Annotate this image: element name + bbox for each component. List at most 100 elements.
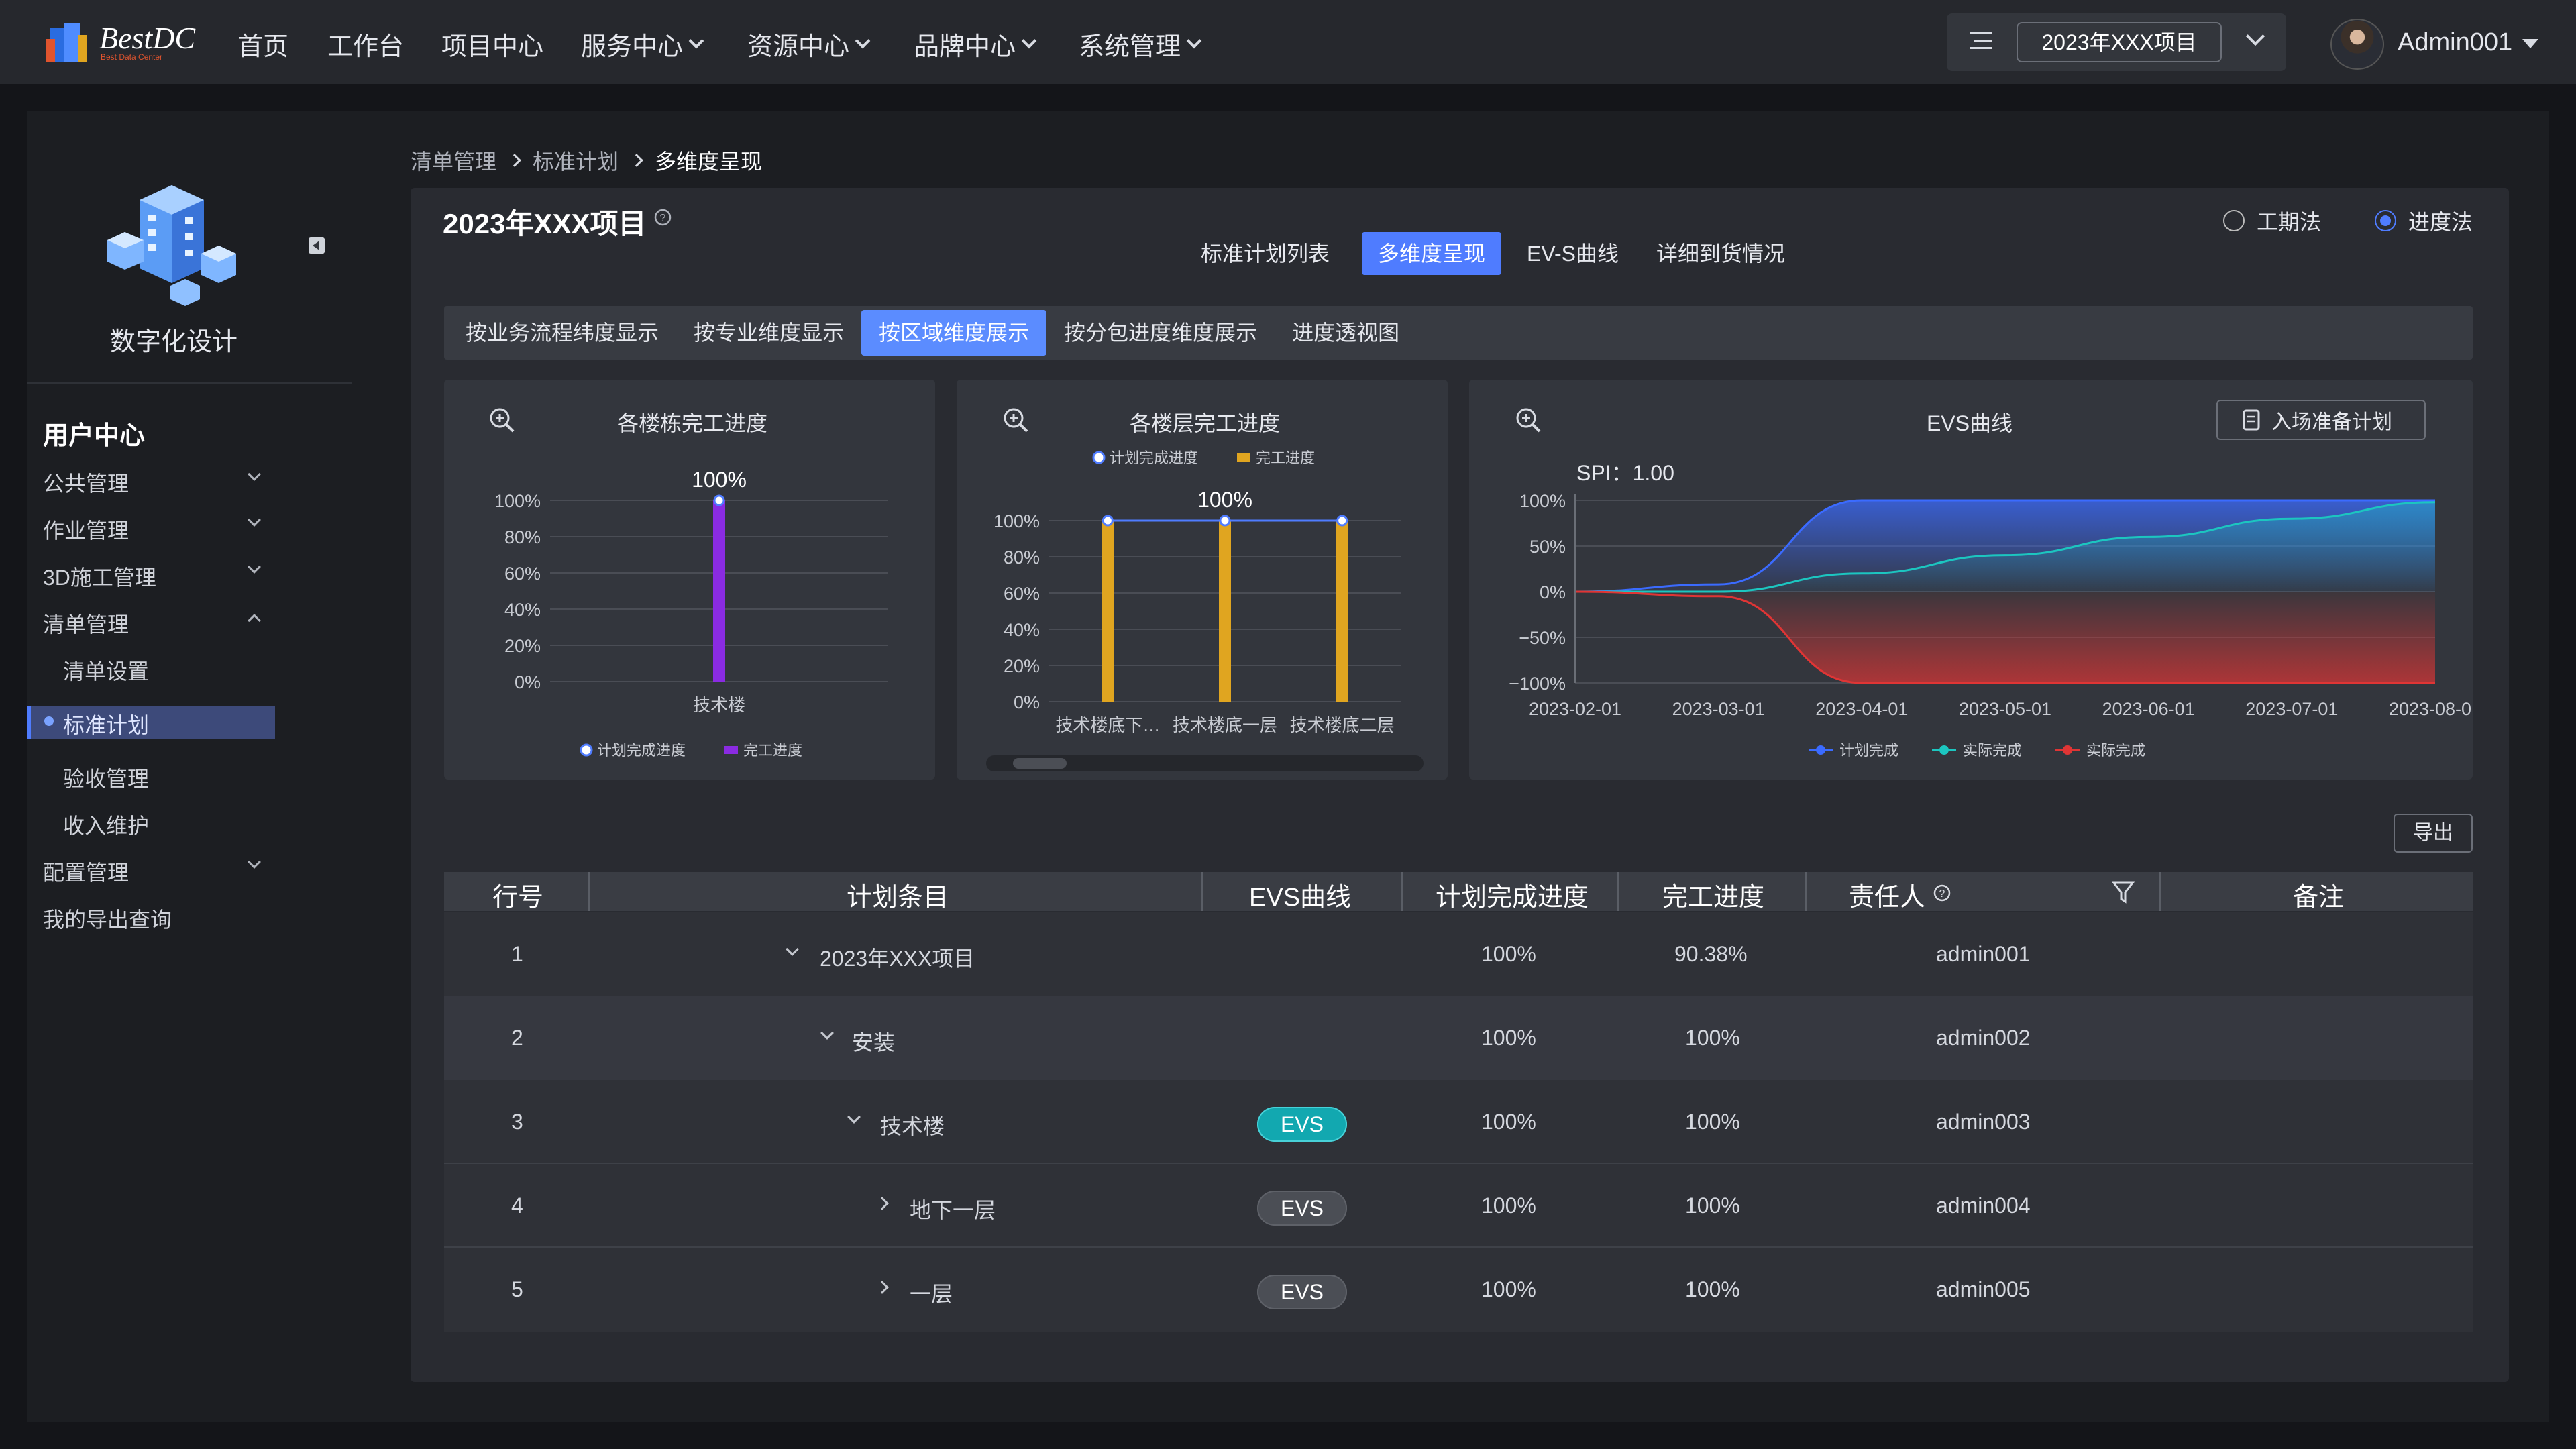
active-dot-icon — [44, 716, 54, 726]
sidebar-item-income[interactable]: 收入维护 — [63, 809, 149, 840]
cell-done: 100% — [1685, 1193, 1740, 1218]
th-item: 计划条目 — [847, 883, 949, 912]
column-separator[interactable] — [1617, 872, 1619, 911]
th-done: 完工进度 — [1662, 883, 1765, 912]
user-name[interactable]: Admin001 — [2398, 28, 2512, 57]
nav-service[interactable]: 服务中心 — [581, 25, 704, 62]
cell-done: 100% — [1685, 1277, 1740, 1301]
cell-done: 90.38% — [1674, 942, 1748, 966]
x-tick-label: 技术楼底下… — [1055, 715, 1160, 735]
cell-name: 技术楼 — [880, 1114, 945, 1138]
cell-owner: admin004 — [1936, 1193, 2031, 1218]
y-tick-label: −100% — [1509, 674, 1566, 694]
cell-plan: 100% — [1481, 1110, 1536, 1134]
column-separator[interactable] — [2159, 872, 2161, 911]
subtab-process[interactable]: 按业务流程纬度显示 — [448, 310, 676, 356]
column-separator[interactable] — [1805, 872, 1807, 911]
table-row[interactable] — [444, 1164, 2473, 1248]
user-menu-caret-icon[interactable] — [2522, 39, 2538, 48]
sidebar-item-list-setting[interactable]: 清单设置 — [63, 655, 149, 686]
th-owner: 责任人 — [1849, 883, 1926, 912]
y-tick-label: 0% — [1014, 692, 1040, 712]
evs-button[interactable]: EVS — [1257, 1107, 1347, 1142]
x-tick-label: 2023-07-01 — [2245, 699, 2338, 719]
legend-marker-icon — [1237, 453, 1250, 462]
sidebar-item-3d[interactable]: 3D施工管理 — [43, 561, 156, 592]
subtab-area[interactable]: 按区域维度展示 — [861, 310, 1047, 356]
view-tabs: 标准计划列表 多维度呈现 EV-S曲线 详细到货情况 — [1185, 232, 1801, 275]
project-select[interactable]: 2023年XXX项目 — [2017, 22, 2222, 62]
sidebar-item-accept[interactable]: 验收管理 — [63, 762, 149, 793]
nav-projects[interactable]: 项目中心 — [441, 25, 543, 62]
y-tick-label: 40% — [1004, 620, 1040, 640]
legend-marker-icon — [2063, 745, 2072, 755]
tab-arrival[interactable]: 详细到货情况 — [1640, 232, 1801, 275]
chart-evs: 100% 50% 0% −50% −100% 2023-02-01 2023-03-01 20… — [1509, 461, 2473, 759]
export-button[interactable]: 导出 — [2394, 814, 2473, 853]
legend-marker-icon — [580, 743, 593, 757]
menu-icon[interactable] — [1970, 31, 1992, 51]
column-separator[interactable] — [588, 872, 590, 911]
radio-duration[interactable]: 工期法 — [2223, 205, 2321, 236]
radio-progress[interactable]: 进度法 — [2375, 205, 2473, 236]
sidebar-item-public[interactable]: 公共管理 — [43, 467, 129, 498]
sidebar-item-std-plan[interactable]: 标准计划 — [63, 708, 149, 739]
plan-point — [1336, 515, 1348, 527]
nav-brand[interactable]: 品牌中心 — [914, 25, 1037, 62]
logo-icon — [46, 23, 87, 62]
help-icon[interactable]: ? — [1932, 883, 1952, 903]
y-tick-label: 50% — [1529, 537, 1566, 557]
cell-name: 2023年XXX项目 — [820, 947, 975, 971]
sidebar-item-config[interactable]: 配置管理 — [43, 856, 129, 887]
table-row[interactable] — [444, 1080, 2473, 1164]
filter-icon[interactable] — [2112, 880, 2135, 904]
column-separator[interactable] — [1401, 872, 1403, 911]
cell-no: 3 — [511, 1110, 523, 1134]
table-row[interactable] — [444, 996, 2473, 1080]
sidebar-item-work[interactable]: 作业管理 — [43, 514, 129, 545]
chart-floors: 100% 80% 60% 40% 20% 0% 技术楼底下… 技术楼底一层 技术楼底二层 100%… — [986, 449, 1424, 771]
th-plan: 计划完成进度 — [1436, 883, 1589, 912]
breadcrumb-item[interactable]: 清单管理 — [411, 145, 496, 176]
tab-multi-dim[interactable]: 多维度呈现 — [1362, 232, 1502, 275]
y-tick-label: 60% — [1004, 584, 1040, 604]
x-tick-label: 2023-05-01 — [1959, 699, 2051, 719]
y-tick-label: 20% — [504, 636, 541, 656]
cell-done: 100% — [1685, 1026, 1740, 1050]
cell-no: 1 — [511, 942, 523, 966]
collapse-sidebar-icon[interactable] — [309, 237, 325, 254]
help-icon[interactable]: ? — [653, 208, 672, 227]
tab-evs-curve[interactable]: EV-S曲线 — [1511, 232, 1635, 275]
logo-text: BestDC — [99, 21, 196, 55]
table-row[interactable] — [444, 912, 2473, 996]
column-separator[interactable] — [1201, 872, 1203, 911]
avatar[interactable] — [2330, 19, 2384, 70]
plan-point — [713, 494, 725, 506]
breadcrumb-item[interactable]: 标准计划 — [533, 145, 619, 176]
sidebar-item-list[interactable]: 清单管理 — [43, 608, 129, 639]
evs-button[interactable]: EVS — [1257, 1275, 1347, 1309]
y-tick-label: 100% — [494, 491, 541, 511]
y-tick-label: −50% — [1519, 628, 1566, 648]
nav-system[interactable]: 系统管理 — [1079, 25, 1202, 62]
nav-workbench[interactable]: 工作台 — [327, 25, 404, 62]
nav-home[interactable]: 首页 — [237, 25, 288, 62]
x-tick-label: 2023-02-01 — [1529, 699, 1621, 719]
subtab-discipline[interactable]: 按专业维度显示 — [676, 310, 861, 356]
y-tick-label: 0% — [1540, 582, 1566, 602]
legend-label: 计划完成 — [1839, 742, 1898, 759]
page-title: 2023年XXX项目 — [443, 208, 647, 239]
evs-button[interactable]: EVS — [1257, 1191, 1347, 1226]
breadcrumb-current: 多维度呈现 — [655, 150, 763, 174]
nav-resource[interactable]: 资源中心 — [747, 25, 871, 62]
sidebar-item-export-query[interactable]: 我的导出查询 — [43, 903, 172, 934]
y-tick-label: 20% — [1004, 656, 1040, 676]
subtab-pivot[interactable]: 进度透视图 — [1275, 310, 1417, 356]
chart-buildings: 100% 80% 60% 40% 20% 0% 技术楼 100% 计划完成进度 完工进度 — [494, 468, 888, 759]
table-row[interactable] — [444, 1248, 2473, 1332]
subtab-subcontract[interactable]: 按分包进度维度展示 — [1046, 310, 1275, 356]
cell-owner: admin005 — [1936, 1277, 2031, 1301]
chevron-down-icon — [855, 33, 871, 48]
tab-plan-list[interactable]: 标准计划列表 — [1185, 232, 1346, 275]
x-tick-label: 技术楼底二层 — [1290, 715, 1395, 735]
